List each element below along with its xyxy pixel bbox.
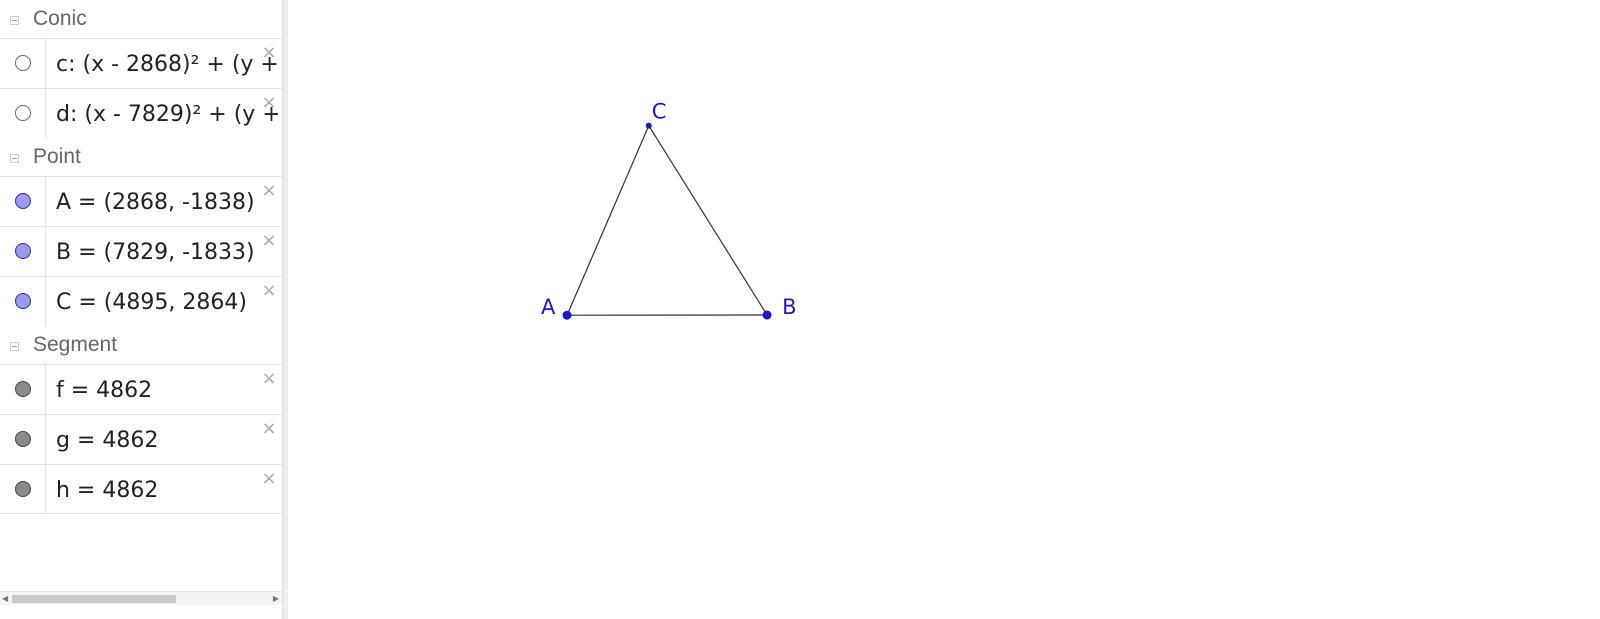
delete-icon[interactable]: × bbox=[261, 182, 277, 200]
segment-g[interactable] bbox=[648, 125, 768, 316]
scroll-right-icon[interactable]: ▶ bbox=[273, 593, 279, 605]
delete-icon[interactable]: × bbox=[261, 282, 277, 300]
collapse-icon[interactable] bbox=[10, 342, 19, 351]
delete-icon[interactable]: × bbox=[261, 94, 277, 112]
algebra-item[interactable]: d: (x - 7829)² + (y + 1833)² = 23639044× bbox=[0, 88, 282, 138]
algebra-item[interactable]: c: (x - 2868)² + (y + 1838)² = 23639044× bbox=[0, 38, 282, 88]
scroll-thumb[interactable] bbox=[12, 595, 176, 603]
delete-icon[interactable]: × bbox=[261, 370, 277, 388]
algebra-item[interactable]: C = (4895, 2864) × bbox=[0, 276, 282, 326]
visibility-cell bbox=[0, 89, 46, 138]
group-title: Conic bbox=[33, 7, 87, 30]
collapse-icon[interactable] bbox=[10, 16, 19, 25]
group-header-2[interactable]: Segment bbox=[0, 326, 282, 364]
visibility-cell bbox=[0, 177, 46, 226]
point-label-B: B bbox=[782, 295, 796, 319]
visibility-cell bbox=[0, 227, 46, 276]
point-A[interactable] bbox=[562, 310, 572, 320]
scroll-left-icon[interactable]: ◀ bbox=[2, 593, 8, 605]
visibility-cell bbox=[0, 465, 46, 513]
algebra-item[interactable]: f = 4862 × bbox=[0, 364, 282, 414]
algebra-expression[interactable]: B = (7829, -1833) bbox=[56, 240, 278, 265]
algebra-expression[interactable]: d: (x - 7829)² + (y + 1833)² = 23639044 bbox=[56, 102, 278, 127]
algebra-expression[interactable]: g = 4862 bbox=[56, 428, 278, 453]
algebra-expression[interactable]: A = (2868, -1838) bbox=[56, 190, 278, 215]
algebra-view: Conic c: (x - 2868)² + (y + 1838)² = 2363… bbox=[0, 0, 282, 619]
point-label-A: A bbox=[541, 295, 556, 319]
algebra-item[interactable]: B = (7829, -1833) × bbox=[0, 226, 282, 276]
delete-icon[interactable]: × bbox=[261, 420, 277, 438]
visibility-toggle-icon[interactable] bbox=[15, 55, 31, 71]
point-B[interactable] bbox=[762, 310, 772, 320]
group-title: Point bbox=[33, 145, 81, 168]
visibility-cell bbox=[0, 39, 46, 88]
delete-icon[interactable]: × bbox=[261, 44, 277, 62]
algebra-expression[interactable]: C = (4895, 2864) bbox=[56, 290, 278, 315]
visibility-toggle-icon[interactable] bbox=[15, 243, 31, 259]
group-header-1[interactable]: Point bbox=[0, 138, 282, 176]
visibility-toggle-icon[interactable] bbox=[15, 193, 31, 209]
graphics-view[interactable]: A B C bbox=[288, 0, 1600, 619]
algebra-item[interactable]: A = (2868, -1838) × bbox=[0, 176, 282, 226]
group-header-0[interactable]: Conic bbox=[0, 0, 282, 38]
visibility-toggle-icon[interactable] bbox=[15, 481, 31, 497]
algebra-expression[interactable]: f = 4862 bbox=[56, 378, 278, 403]
algebra-item[interactable]: g = 4862 × bbox=[0, 414, 282, 464]
algebra-item[interactable]: h = 4862 × bbox=[0, 464, 282, 514]
visibility-toggle-icon[interactable] bbox=[15, 293, 31, 309]
algebra-expression[interactable]: c: (x - 2868)² + (y + 1838)² = 23639044 bbox=[56, 52, 278, 77]
visibility-cell bbox=[0, 365, 46, 414]
visibility-cell bbox=[0, 415, 46, 464]
visibility-toggle-icon[interactable] bbox=[15, 431, 31, 447]
horizontal-scrollbar[interactable]: ◀ ▶ bbox=[0, 591, 282, 605]
point-label-C: C bbox=[652, 100, 667, 124]
delete-icon[interactable]: × bbox=[261, 232, 277, 250]
segment-h[interactable] bbox=[566, 125, 650, 316]
collapse-icon[interactable] bbox=[10, 154, 19, 163]
graphics-canvas[interactable]: A B C bbox=[288, 0, 1600, 619]
visibility-toggle-icon[interactable] bbox=[15, 105, 31, 121]
group-title: Segment bbox=[33, 333, 118, 356]
visibility-toggle-icon[interactable] bbox=[15, 381, 31, 397]
algebra-expression[interactable]: h = 4862 bbox=[56, 478, 278, 503]
delete-icon[interactable]: × bbox=[261, 470, 277, 488]
visibility-cell bbox=[0, 277, 46, 326]
